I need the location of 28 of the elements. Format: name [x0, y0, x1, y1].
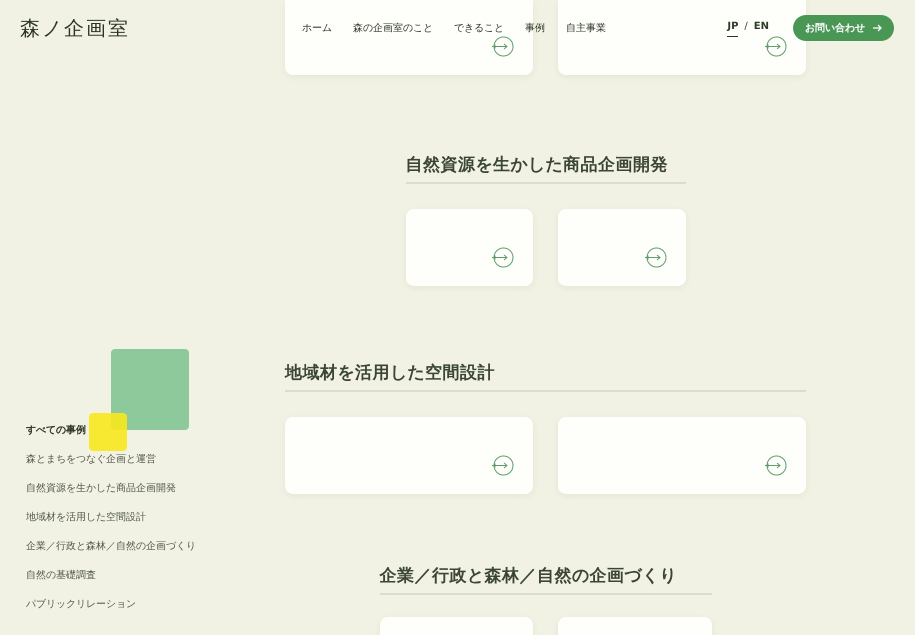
nav-link[interactable]: 事例 [525, 20, 545, 36]
category-link[interactable]: 自然資源を生かした商品企画開発 [26, 481, 176, 497]
category-link[interactable]: すべての事例 [26, 423, 86, 439]
logo[interactable]: 森ノ企画室 [20, 13, 130, 43]
category-link[interactable]: 森とまちをつなぐ企画と運営 [26, 452, 156, 468]
arrow-circle-icon [764, 36, 787, 57]
contact-button[interactable]: お問い合わせ [793, 15, 894, 41]
category-link[interactable]: 自然の基礎調査 [26, 568, 96, 584]
arrow-right-icon [873, 24, 882, 32]
section-heading: 地域材を活用した空間設計 [285, 362, 496, 385]
language-link[interactable]: JP [727, 19, 738, 37]
category-link[interactable]: 企業／行政と森林／自然の企画づくり [26, 539, 196, 555]
nav-link[interactable]: 自主事業 [566, 20, 606, 36]
category-link[interactable]: パブリックリレーション [26, 597, 136, 613]
nav-link[interactable]: できること [454, 20, 504, 36]
language-separator: / [744, 20, 748, 34]
arrow-circle-icon [764, 455, 787, 476]
nav-link[interactable]: ホーム [302, 20, 332, 36]
case-card[interactable] [558, 0, 806, 75]
arrow-circle-icon [491, 247, 514, 268]
section-heading: 企業／行政と森林／自然の企画づくり [380, 565, 678, 588]
nav-link[interactable]: 森の企画室のこと [353, 20, 433, 36]
section-heading: 自然資源を生かした商品企画開発 [406, 154, 668, 177]
arrow-circle-icon [644, 247, 666, 268]
category-link[interactable]: 地域材を活用した空間設計 [26, 510, 146, 526]
language-link[interactable]: EN [754, 19, 769, 37]
arrow-circle-icon [491, 36, 514, 57]
arrow-circle-icon [491, 455, 514, 476]
